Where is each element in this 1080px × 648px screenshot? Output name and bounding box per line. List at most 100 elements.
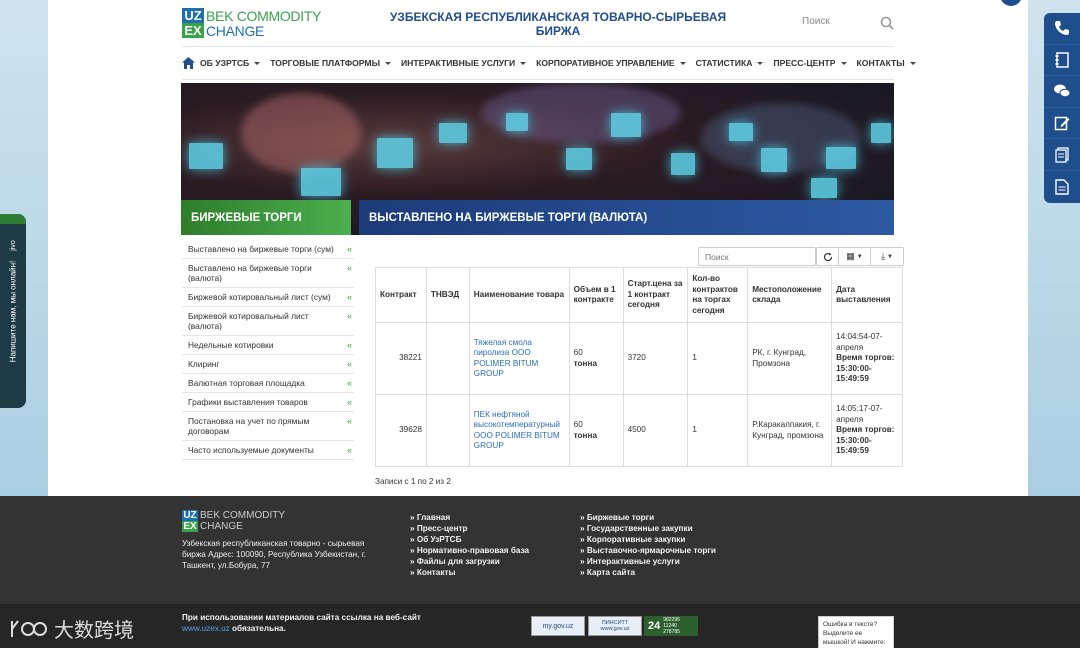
sidebar-item[interactable]: Выставлено на биржевые торги (сум) « <box>182 240 354 259</box>
banner-screen <box>671 153 695 175</box>
double-chevron-icon: « <box>346 263 352 273</box>
column-header[interactable]: Старт.цена за 1 контракт сегодня <box>622 267 689 323</box>
sidebar-item-label: Постановка на учет по прямым договорам <box>188 416 310 436</box>
records-info: Записи с 1 по 2 из 2 <box>375 477 451 486</box>
footer-link[interactable]: Главная <box>410 512 529 523</box>
column-header[interactable]: Местоположение склада <box>747 267 833 323</box>
caret-down-icon <box>254 61 261 65</box>
watermark-logo-icon <box>11 619 47 637</box>
error-report-box[interactable]: Ошибка в тексте? Выделите ее мышкой! И н… <box>818 616 894 648</box>
footer-link[interactable]: Пресс-центр <box>410 523 529 534</box>
sidebar-item[interactable]: Выставлено на биржевые торги (валюта) « <box>182 259 354 288</box>
footer-link[interactable]: Об УзРТСБ <box>410 534 529 545</box>
banner-blob <box>241 93 361 173</box>
nav-label: СТАТИСТИКА <box>695 58 753 68</box>
time-value: 15:30:00-15:49:59 <box>836 363 872 384</box>
govuz-badge[interactable]: ПИНСИТТ www.gov.uz <box>588 616 642 636</box>
column-header[interactable]: Объем в 1 контракте <box>568 267 624 323</box>
watermark: 大数跨境 <box>10 614 134 643</box>
sidebar-item[interactable]: Биржевой котировальный лист (валюта) « <box>182 307 354 336</box>
home-icon[interactable] <box>182 46 195 80</box>
nav-item-trading[interactable]: ТОРГОВЫЕ ПЛАТФОРМЫ <box>265 58 396 68</box>
sidebar-item-label: Часто используемые документы <box>188 445 314 455</box>
footer-link[interactable]: Выставочно-ярмарочные торги <box>580 545 716 556</box>
date-value: 14:05:17-07-апреля <box>836 404 883 424</box>
column-header[interactable]: Кол-во контрактов на торгах сегодня <box>687 267 749 323</box>
footer-link[interactable]: Биржевые торги <box>580 512 716 523</box>
page-container: UZ BEK COMMODITY EX CHANGE УЗБЕКСКАЯ РЕС… <box>48 0 1028 496</box>
refresh-icon[interactable] <box>817 248 839 265</box>
column-header[interactable]: ТНВЭД <box>425 267 470 323</box>
nav-item-corporate[interactable]: КОРПОРАТИВНОЕ УПРАВЛЕНИЕ <box>531 58 691 68</box>
footer-link[interactable]: Корпоративные закупки <box>580 534 716 545</box>
uzex-link[interactable]: www.uzex.uz <box>182 624 230 633</box>
sidebar-item[interactable]: Валютная торговая площадка « <box>182 374 354 393</box>
nav-item-contacts[interactable]: КОНТАКТЫ <box>852 58 921 68</box>
price-cell: 4500 <box>622 394 689 467</box>
sidebar-item[interactable]: Клиринг « <box>182 355 354 374</box>
stats-counter-badge[interactable]: 24 982296 11240 278785 <box>644 616 698 636</box>
edit-form-icon[interactable] <box>1044 108 1080 140</box>
chat-tab-accent <box>0 214 26 224</box>
column-header[interactable]: Дата выставления <box>831 267 903 323</box>
search-icon[interactable] <box>880 16 896 32</box>
columns-menu-button[interactable]: ▦ ▼ <box>839 248 871 265</box>
product-link[interactable]: ПЕК нефтяной высокотемпературный ООО POL… <box>474 410 560 451</box>
column-header[interactable]: Контракт <box>375 267 427 323</box>
chat-bubbles-icon[interactable] <box>1044 76 1080 108</box>
phonebook-icon[interactable] <box>1044 45 1080 77</box>
sidebar-item[interactable]: Графики выставления товаров « <box>182 393 354 412</box>
sidebar-item-label: Биржевой котировальный лист (сум) <box>188 292 331 302</box>
banner-screen <box>826 147 856 169</box>
documents-icon[interactable] <box>1044 139 1080 171</box>
nav-item-press[interactable]: ПРЕСС-ЦЕНТР <box>768 58 851 68</box>
tnved-cell <box>425 394 470 467</box>
nav-item-about[interactable]: ОБ УЗРТСБ <box>195 58 265 68</box>
volume-unit: тонна <box>573 430 598 440</box>
column-header[interactable]: Наименование товара <box>468 267 570 323</box>
nav-item-interactive[interactable]: ИНТЕРАКТИВНЫЕ УСЛУГИ <box>396 58 531 68</box>
double-chevron-icon: « <box>346 292 352 302</box>
site-logo[interactable]: UZ BEK COMMODITY EX CHANGE <box>182 8 322 39</box>
footer-link[interactable]: Карта сайта <box>580 567 716 578</box>
mygov-badge[interactable]: my.gov.uz <box>531 616 585 636</box>
sidebar-item[interactable]: Постановка на учет по прямым договорам « <box>182 412 354 441</box>
contract-cell: 38221 <box>375 322 427 395</box>
double-chevron-icon: « <box>346 311 352 321</box>
product-link[interactable]: Тяжелая смола пиролиза ООО POLIMER BITUM… <box>474 338 539 379</box>
sidebar-item-label: Выставлено на биржевые торги (валюта) <box>188 263 312 283</box>
document-icon[interactable] <box>1044 171 1080 203</box>
table-search-input[interactable] <box>698 247 816 266</box>
nav-item-statistics[interactable]: СТАТИСТИКА <box>691 58 769 68</box>
sidebar-item[interactable]: Недельные котировки « <box>182 336 354 355</box>
phone-icon[interactable] <box>1044 13 1080 45</box>
footer-address: Узбекская республиканская товарно - сырь… <box>182 539 366 570</box>
copyright-notice: При использовании материалов сайта ссылк… <box>182 612 421 634</box>
banner-screen <box>611 113 641 137</box>
caret-down-icon <box>520 61 527 65</box>
sidebar-item[interactable]: Часто используемые документы « <box>182 441 354 460</box>
grid-icon: ▦ <box>846 251 855 261</box>
footer-links-col1: Главная Пресс-центр Об УзРТСБ Нормативно… <box>410 512 529 578</box>
table-toolbar: ▦ ▼ ⤓ ▼ <box>816 247 904 266</box>
main-nav: ОБ УЗРТСБ ТОРГОВЫЕ ПЛАТФОРМЫ ИНТЕРАКТИВН… <box>182 46 916 80</box>
footer-link[interactable]: Нормативно-правовая база <box>410 545 529 556</box>
footer-link[interactable]: Файлы для загрузки <box>410 556 529 567</box>
footer-link[interactable]: Контакты <box>410 567 529 578</box>
location-cell: РК, г. Кунград, Промзона <box>747 322 833 395</box>
chat-label: Напишите нам, мы онлайн! <box>8 260 18 362</box>
footer-link[interactable]: Интерактивные услуги <box>580 556 716 567</box>
page-title: ВЫСТАВЛЕНО НА БИРЖЕВЫЕ ТОРГИ (ВАЛЮТА) <box>369 211 648 224</box>
caret-down-icon <box>679 61 686 65</box>
chat-widget-tab[interactable]: Напишите нам, мы онлайн! jivo <box>0 214 26 408</box>
double-chevron-icon: « <box>346 359 352 369</box>
sidebar-item[interactable]: Биржевой котировальный лист (сум) « <box>182 288 354 307</box>
export-menu-button[interactable]: ⤓ ▼ <box>871 248 903 265</box>
volume-value: 60 <box>573 420 583 429</box>
footer-link[interactable]: Государственные закупки <box>580 523 716 534</box>
footer-logo-uz: UZ <box>182 510 198 521</box>
price-cell: 3720 <box>622 322 689 395</box>
banner-screen <box>811 178 837 198</box>
footer-logo[interactable]: UZ BEK COMMODITY EX CHANGE <box>182 510 292 532</box>
table-row: 38221 Тяжелая смола пиролиза ООО POLIMER… <box>375 322 903 395</box>
